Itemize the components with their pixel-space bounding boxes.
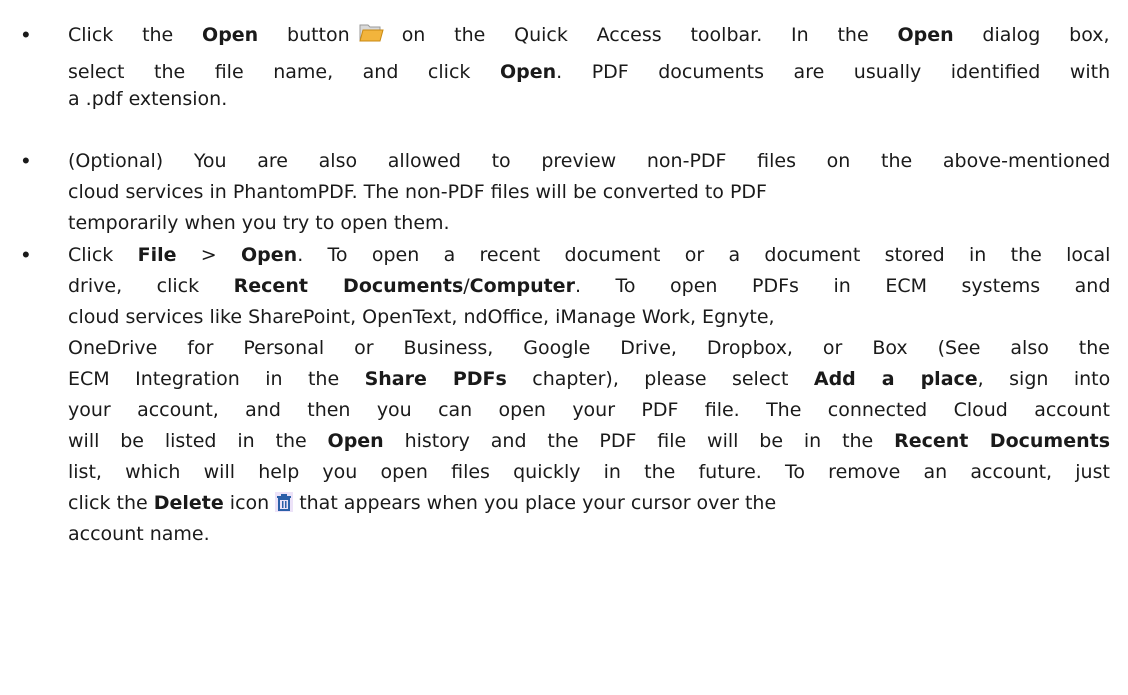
paragraph-line: will be listed in the Open history and t…	[68, 426, 1110, 456]
paragraph-line: your account, and then you can open your…	[68, 395, 1110, 425]
paragraph-line: Click File > Open. To open a recent docu…	[68, 240, 1110, 270]
text-run: your account, and then you can open your…	[68, 399, 1110, 421]
bold-term: Open	[241, 244, 298, 266]
text-run: Click the	[68, 24, 203, 46]
bold-term: Open	[499, 61, 557, 83]
paragraph-line: OneDrive for Personal or Business, Googl…	[68, 333, 1110, 363]
text-run: drive, click	[68, 275, 234, 297]
text-run: cloud services in PhantomPDF. The non-PD…	[68, 181, 767, 203]
bold-term: Open	[202, 24, 259, 46]
paragraph-line: cloud services in PhantomPDF. The non-PD…	[68, 177, 767, 207]
document-page: • Click the Open button on the Quick Acce…	[0, 0, 1128, 695]
text-run: . To open a recent document or a documen…	[297, 244, 1111, 266]
text-run: dialog box,	[953, 24, 1110, 46]
paragraph-line: cloud services like SharePoint, OpenText…	[68, 302, 775, 332]
bold-term: Open	[327, 430, 384, 452]
text-run: button	[258, 24, 350, 46]
text-run: will be listed in the	[68, 430, 328, 452]
text-run: >	[176, 244, 242, 266]
bullet-marker: •	[22, 242, 30, 267]
delete-icon	[275, 491, 294, 512]
text-run: history and the PDF file will be in the	[383, 430, 895, 452]
text-run: that appears when you place your cursor …	[299, 492, 777, 514]
text-run: . PDF documents are usually identified w…	[556, 61, 1111, 83]
text-run: click the	[68, 492, 154, 514]
text-run: . To open PDFs in ECM systems and	[574, 275, 1111, 297]
paragraph-line: (Optional) You are also allowed to previ…	[68, 146, 1110, 176]
bold-term: Delete	[153, 492, 224, 514]
text-run: Click	[68, 244, 138, 266]
bold-term: Recent Documents	[233, 275, 464, 297]
bullet-marker: •	[22, 148, 30, 173]
paragraph-line: list, which will help you open files qui…	[68, 457, 1110, 487]
paragraph-line: a .pdf extension.	[68, 84, 227, 114]
bold-term: Add a place	[813, 368, 978, 390]
text-run: icon	[223, 492, 270, 514]
bold-term: Share PDFs	[364, 368, 507, 390]
bold-term: Computer	[469, 275, 575, 297]
text-run: select the file name, and click	[68, 61, 500, 83]
text-run: OneDrive for Personal or Business, Googl…	[68, 337, 1110, 359]
paragraph-line: drive, click Recent Documents/Computer. …	[68, 271, 1110, 301]
paragraph-line: select the file name, and click Open. PD…	[68, 57, 1110, 87]
paragraph-line: click the Delete icon that appears when y…	[68, 488, 776, 518]
paragraph-line: account name.	[68, 519, 210, 549]
bold-term: Open	[897, 24, 954, 46]
open-folder-icon	[358, 20, 384, 44]
text-run: (Optional) You are also allowed to previ…	[68, 150, 1111, 172]
text-run: ECM Integration in the	[68, 368, 365, 390]
text-run: on the Quick Access toolbar. In the	[401, 24, 898, 46]
bullet-marker: •	[22, 22, 30, 47]
bold-term: Recent Documents	[894, 430, 1111, 452]
bold-term: File	[137, 244, 177, 266]
paragraph-line: temporarily when you try to open them.	[68, 208, 450, 238]
text-run: cloud services like SharePoint, OpenText…	[68, 306, 775, 328]
text-run: chapter), please select	[506, 368, 814, 390]
text-run: temporarily when you try to open them.	[68, 212, 450, 234]
text-run: list, which will help you open files qui…	[68, 461, 1110, 483]
text-run: account name.	[68, 523, 210, 545]
text-run: , sign into	[977, 368, 1111, 390]
paragraph-line: Click the Open button on the Quick Access…	[68, 20, 1110, 50]
paragraph-line: ECM Integration in the Share PDFs chapte…	[68, 364, 1110, 394]
text-run: a .pdf extension.	[68, 88, 228, 110]
